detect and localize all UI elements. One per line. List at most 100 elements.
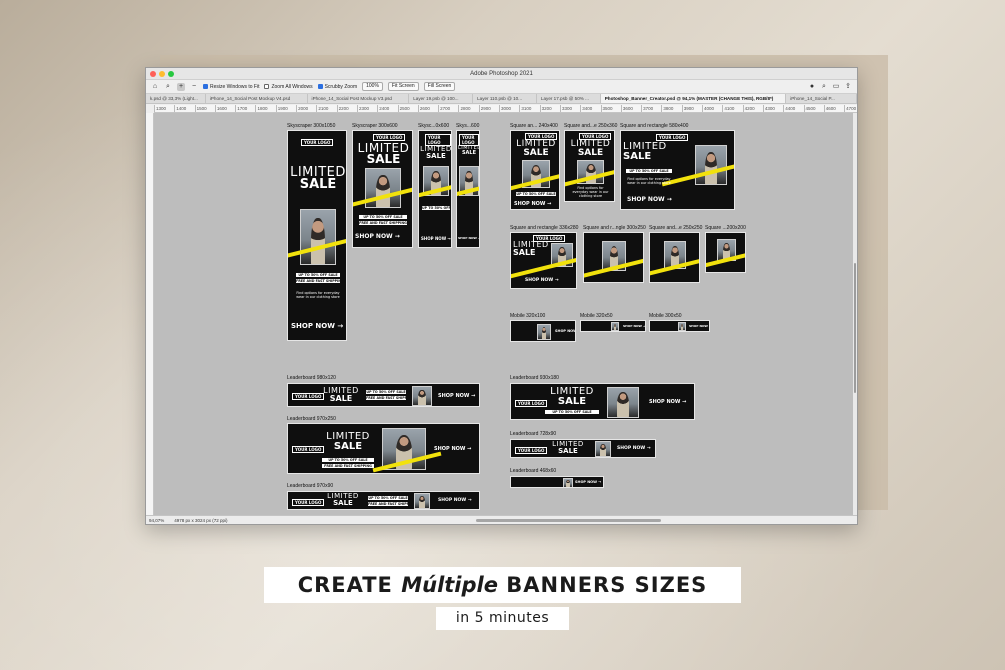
shop-now-cta[interactable]: SHOP NOW → <box>555 329 575 333</box>
artboard-240x400[interactable]: YOUR LOGO LIMITED SALE UP TO 50% OFF SAL… <box>510 130 560 210</box>
artboard-leaderboard-980x120[interactable]: YOUR LOGO LIMITED SALE UP TO 50% OFF SAL… <box>287 383 480 407</box>
model-photo <box>611 322 619 331</box>
model-photo <box>695 145 727 185</box>
minimize-button[interactable] <box>159 71 165 77</box>
scroll-thumb[interactable] <box>854 263 856 393</box>
artboard-leaderboard-930x180[interactable]: YOUR LOGO LIMITED SALE UP TO 50% OFF SAL… <box>510 383 695 420</box>
artboard-skyscraper-a[interactable]: YOUR LOGO LIMITED SALE UP TO 50% OFF SAL… <box>418 130 452 248</box>
shop-now-cta[interactable]: SHOP NOW → <box>575 480 601 484</box>
ruler-tick: 3400 <box>580 105 600 112</box>
artboard-mobile-320x100[interactable]: SHOP NOW → <box>510 320 576 342</box>
ruler-tick: 3800 <box>661 105 681 112</box>
shop-now-cta[interactable]: SHOP NOW → <box>438 393 475 399</box>
offer-pill: UP TO 50% OFF SALE <box>422 206 450 210</box>
shop-now-cta[interactable]: SHOP NOW → <box>291 322 343 330</box>
shop-now-cta[interactable]: SHOP NOW → <box>355 233 400 240</box>
shop-now-cta[interactable]: SHOP NOW → <box>514 201 551 207</box>
artboard-label: Square an... 240x400 <box>510 123 558 129</box>
artboard-leaderboard-728x90[interactable]: YOUR LOGO LIMITED SALE SHOP NOW → <box>510 439 656 458</box>
zoom-button[interactable] <box>168 71 174 77</box>
shop-now-cta[interactable]: SHOP NOW → <box>434 446 471 452</box>
artboard-leaderboard-970x90[interactable]: YOUR LOGO LIMITED SALE UP TO 50% OFF SAL… <box>287 491 480 510</box>
artboard-336x280[interactable]: YOUR LOGO LIMITED SALE SHOP NOW → <box>510 232 577 289</box>
artboard-580x400[interactable]: YOUR LOGO LIMITED SALE UP TO 50% OFF SAL… <box>620 130 735 210</box>
artboard-label: Square and...e 250x250 <box>649 225 703 231</box>
zoom-level[interactable]: 94,07% <box>149 518 164 523</box>
ruler-tick: 2600 <box>417 105 438 112</box>
tab-5[interactable]: Layer 17.psb @ 50% ... <box>537 94 601 103</box>
subcaption: in 5 minutes <box>436 607 569 630</box>
canvas[interactable]: Skyscraper 300x1050 YOUR LOGO LIMITED SA… <box>154 113 853 515</box>
tab-active[interactable]: Photoshop_Banner_Creator.psd @ 94,1% (MA… <box>600 94 787 103</box>
headline: LIMITED SALE <box>323 386 359 403</box>
artboard-skyscraper-300x1050[interactable]: YOUR LOGO LIMITED SALE UP TO 50% OFF SAL… <box>287 130 347 341</box>
tab-2[interactable]: iPhone_14_Social Post Mockup V3.psd <box>308 94 410 103</box>
fit-screen-button[interactable]: Fit Screen <box>387 82 419 91</box>
shop-now-cta[interactable]: SHOP NOW → <box>458 236 479 240</box>
shop-now-cta[interactable]: SHOP NOW → <box>627 196 672 203</box>
tab-3[interactable]: Layer 19.psb @ 100... <box>409 94 474 103</box>
tab-1[interactable]: iPhone_14_Social Post Mockup V4.psd <box>206 94 308 103</box>
artboard-250x360[interactable]: YOUR LOGO LIMITED SALE Find options for … <box>564 130 615 202</box>
ruler-tick: 1900 <box>275 105 296 112</box>
model-photo <box>414 493 430 509</box>
artboard-skyscraper-300x600[interactable]: YOUR LOGO LIMITED SALE UP TO 50% OFF SAL… <box>352 130 413 248</box>
tab-0[interactable]: k.psd @ 33,3% (Light... <box>146 94 206 103</box>
description: Find options for everyday wear in our cl… <box>627 177 671 186</box>
horizontal-scroll-thumb[interactable] <box>476 519 661 522</box>
vertical-scrollbar[interactable] <box>853 113 857 515</box>
shop-now-cta[interactable]: SHOP NOW → <box>623 324 645 328</box>
shop-now-cta[interactable]: SHOP NOW → <box>421 236 451 241</box>
zoom-out-icon[interactable]: − <box>190 83 198 91</box>
search-icon[interactable]: ⌕ <box>820 83 828 91</box>
home-icon[interactable]: ⌂ <box>151 83 159 91</box>
shop-now-cta[interactable]: SHOP NOW → <box>525 278 559 283</box>
artboard-skyscraper-b[interactable]: YOUR LOGO LIMITED SALE SHOP NOW → <box>456 130 480 248</box>
artboard-leaderboard-468x60[interactable]: SHOP NOW → <box>510 476 604 488</box>
percent-100-button[interactable]: 100% <box>362 82 383 91</box>
ruler-tick: 2000 <box>296 105 316 112</box>
resize-windows-checkbox[interactable]: Resize Windows to Fit <box>203 84 259 90</box>
ruler-tick: 3100 <box>519 105 539 112</box>
artboard-300x250[interactable] <box>583 232 644 283</box>
ruler-tick: 4400 <box>783 105 803 112</box>
workspace-icon[interactable]: ▭ <box>832 83 840 91</box>
artboard-label: Leaderboard 970x250 <box>287 416 336 422</box>
zoom-all-checkbox[interactable]: Zoom All Windows <box>264 84 313 90</box>
document-info[interactable]: 4978 px x 3024 px (72 ppi) <box>174 518 227 523</box>
artboard-leaderboard-970x250[interactable]: YOUR LOGO LIMITED SALE UP TO 50% OFF SAL… <box>287 423 480 474</box>
shop-now-cta[interactable]: SHOP NOW → <box>649 399 686 405</box>
shipping-pill: FREE AND FAST SHIPPING <box>359 221 407 225</box>
zoom-tool-icon[interactable]: ⌕ <box>164 83 172 91</box>
checkbox-on-icon <box>317 84 323 89</box>
shop-now-cta[interactable]: SHOP NOW → <box>617 446 651 451</box>
artboard-label: Leaderboard 930x180 <box>510 375 559 381</box>
fill-screen-button[interactable]: Fill Screen <box>423 82 456 91</box>
ruler-tick: 2700 <box>438 105 458 112</box>
artboard-label: Leaderboard 980x120 <box>287 375 336 381</box>
model-photo <box>595 441 611 457</box>
ruler-tick: 4200 <box>742 105 763 112</box>
ruler-tick: 3900 <box>681 105 702 112</box>
ruler-tick: 3200 <box>539 105 560 112</box>
logo-text: YOUR LOGO <box>515 447 548 454</box>
share-icon[interactable]: ⇪ <box>844 83 852 91</box>
artboard-mobile-300x50[interactable]: SHOP NOW → <box>649 320 710 332</box>
headline: LIMITED SALE <box>516 139 556 158</box>
offer-pill: UP TO 50% OFF SALE <box>359 215 407 219</box>
artboard-200x200[interactable] <box>705 232 746 273</box>
offer-pill: UP TO 50% OFF SALE <box>626 169 672 173</box>
ruler-tick: 2400 <box>377 105 397 112</box>
artboard-250x250[interactable] <box>649 232 700 283</box>
close-button[interactable] <box>150 71 156 77</box>
options-right: ● ⌕ ▭ ⇪ <box>808 83 857 91</box>
horizontal-ruler: 1300 1400 1500 1600 1700 1800 1900 2000 2100 2200… <box>154 105 857 113</box>
tab-7[interactable]: iPhone_14_Social P... <box>786 94 857 103</box>
shop-now-cta[interactable]: SHOP NOW → <box>689 324 709 328</box>
scrubby-zoom-checkbox[interactable]: Scrubby Zoom <box>317 84 357 90</box>
shop-now-cta[interactable]: SHOP NOW → <box>438 498 472 503</box>
artboard-mobile-320x50[interactable]: SHOP NOW → <box>580 320 646 332</box>
zoom-in-icon[interactable]: + <box>177 82 185 91</box>
user-icon[interactable]: ● <box>808 83 816 91</box>
tab-4[interactable]: Layer 110.psb @ 10... <box>473 94 537 103</box>
